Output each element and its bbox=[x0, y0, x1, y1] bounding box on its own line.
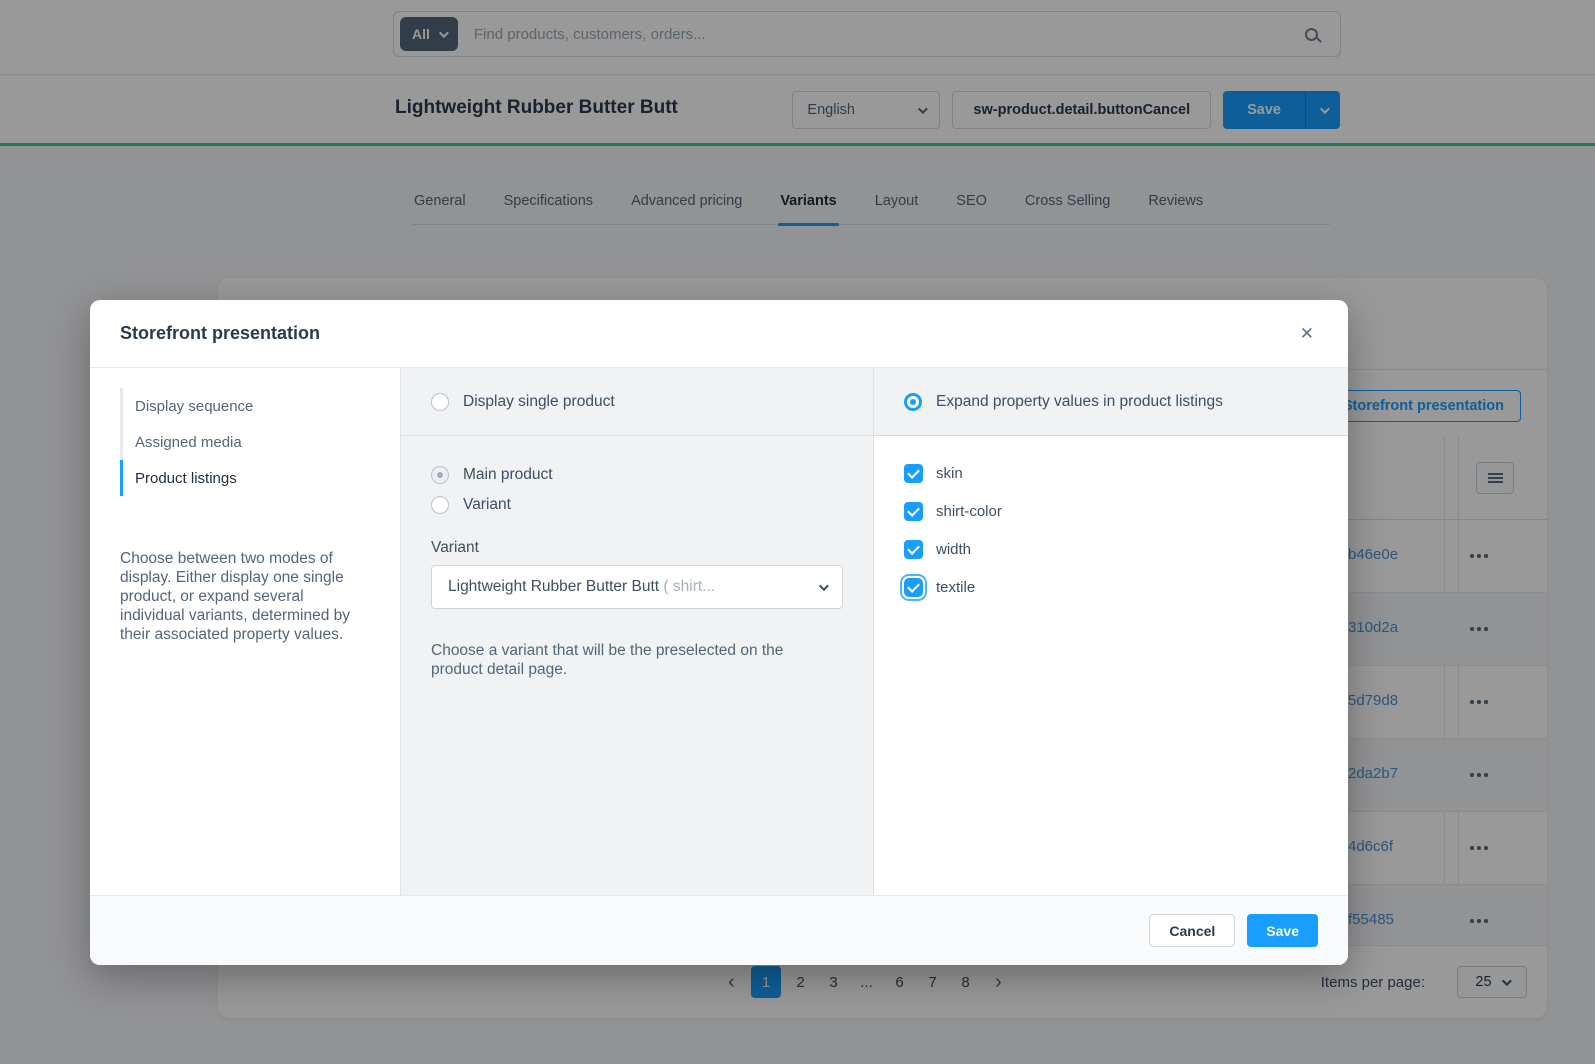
storefront-presentation-modal: Storefront presentation ✕ Display sequen… bbox=[90, 300, 1348, 965]
variant-option-label: Variant bbox=[463, 496, 511, 514]
main-product-label: Main product bbox=[463, 466, 553, 484]
admin-page: All Lightweight Rubber Butter Butt Engli… bbox=[0, 0, 1595, 1064]
expand-mode-row: Expand property values in product listin… bbox=[874, 368, 1348, 436]
width-checkbox[interactable] bbox=[904, 540, 923, 559]
textile-checkbox[interactable] bbox=[904, 578, 923, 597]
single-product-mode-row: Display single product bbox=[401, 368, 873, 436]
mode-description: Choose between two modes of display. Eit… bbox=[120, 550, 372, 645]
single-product-panel: Display single product Main product Vari… bbox=[400, 368, 874, 895]
shirt-color-label: shirt-color bbox=[936, 503, 1002, 520]
variant-name: Lightweight Rubber Butter Butt bbox=[448, 578, 663, 595]
modal-body: Display sequence Assigned media Product … bbox=[90, 368, 1348, 895]
main-product-option: Main product bbox=[431, 460, 843, 490]
textile-label: textile bbox=[936, 579, 975, 596]
sidebar-item-product-listings[interactable]: Product listings bbox=[120, 460, 400, 496]
variant-name-hint: ( shirt... bbox=[663, 578, 715, 595]
variant-radio[interactable] bbox=[431, 496, 449, 514]
modal-title: Storefront presentation bbox=[120, 323, 320, 344]
close-icon[interactable]: ✕ bbox=[1296, 321, 1318, 346]
main-product-radio[interactable] bbox=[431, 466, 449, 484]
property-row-width: width bbox=[904, 540, 1318, 559]
shirt-color-checkbox[interactable] bbox=[904, 502, 923, 521]
skin-checkbox[interactable] bbox=[904, 464, 923, 483]
variant-help-text: Choose a variant that will be the presel… bbox=[431, 642, 833, 680]
property-row-skin: skin bbox=[904, 464, 1318, 483]
skin-label: skin bbox=[936, 465, 963, 482]
width-label: width bbox=[936, 541, 971, 558]
modal-sidebar: Display sequence Assigned media Product … bbox=[90, 368, 400, 895]
sidebar-item-display-sequence[interactable]: Display sequence bbox=[120, 388, 400, 424]
property-checkbox-list: skin shirt-color width textile bbox=[874, 436, 1348, 597]
modal-footer: Cancel Save bbox=[90, 895, 1348, 965]
modal-save-button[interactable]: Save bbox=[1247, 914, 1318, 947]
variant-select[interactable]: Lightweight Rubber Butter Butt ( shirt..… bbox=[431, 565, 843, 609]
property-row-shirt-color: shirt-color bbox=[904, 502, 1318, 521]
variant-field-label: Variant bbox=[431, 539, 843, 557]
expand-properties-panel: Expand property values in product listin… bbox=[874, 368, 1348, 895]
expand-mode-radio[interactable] bbox=[904, 393, 922, 411]
variant-select-value: Lightweight Rubber Butter Butt ( shirt..… bbox=[448, 578, 819, 596]
modal-header: Storefront presentation ✕ bbox=[90, 300, 1348, 368]
single-product-radio[interactable] bbox=[431, 393, 449, 411]
property-row-textile: textile bbox=[904, 578, 1318, 597]
single-product-options: Main product Variant Variant Lightweight… bbox=[401, 436, 873, 680]
sidebar-item-assigned-media[interactable]: Assigned media bbox=[120, 424, 400, 460]
chevron-down-icon bbox=[819, 581, 829, 591]
single-product-mode-label: Display single product bbox=[463, 393, 615, 411]
variant-option: Variant bbox=[431, 490, 843, 520]
modal-cancel-button[interactable]: Cancel bbox=[1149, 914, 1235, 947]
expand-mode-label: Expand property values in product listin… bbox=[936, 393, 1223, 411]
